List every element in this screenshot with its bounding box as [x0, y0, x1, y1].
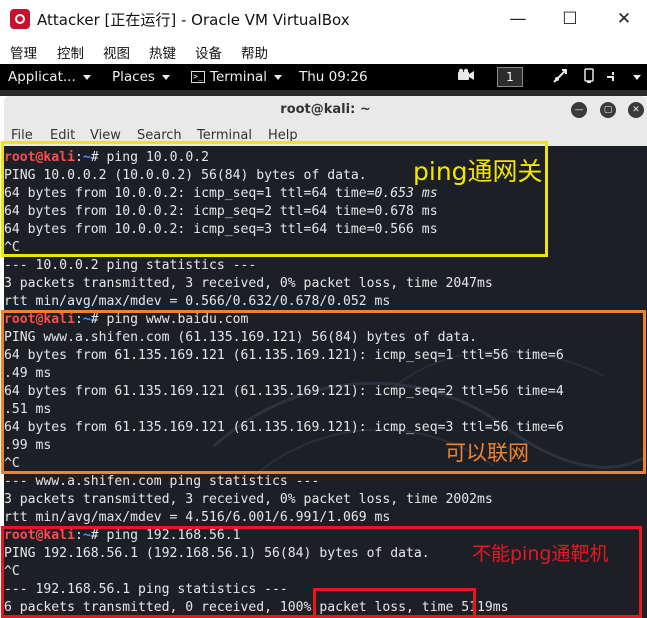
- places-menu[interactable]: Places: [112, 69, 170, 85]
- chevron-down-icon: [82, 74, 91, 80]
- terminal-maximize-button[interactable]: ▢: [600, 102, 616, 118]
- menu-view[interactable]: 视图: [103, 42, 130, 62]
- video-camera-icon[interactable]: [457, 68, 475, 86]
- close-button[interactable]: ✕: [606, 4, 642, 34]
- terminal-minimize-button[interactable]: —: [571, 102, 587, 118]
- maximize-button[interactable]: ☐: [552, 4, 588, 34]
- output-line: 3 packets transmitted, 3 received, 0% pa…: [4, 492, 493, 507]
- output-line: rtt min/avg/max/mdev = 0.566/0.632/0.678…: [4, 294, 391, 309]
- annotation-label-target: 不能ping通靶机: [472, 543, 609, 565]
- output-line: --- 10.0.0.2 ping statistics ---: [4, 258, 257, 273]
- menu-devices[interactable]: 设备: [195, 42, 222, 62]
- power-icon[interactable]: [604, 68, 620, 88]
- network-icon[interactable]: [552, 68, 568, 88]
- window-title: Attacker [正在运行] - Oracle VM VirtualBox: [37, 11, 350, 29]
- terminal-label: Terminal: [210, 69, 268, 85]
- virtualbox-titlebar: Attacker [正在运行] - Oracle VM VirtualBox —…: [0, 0, 647, 38]
- clock[interactable]: Thu 09:26: [299, 69, 368, 85]
- system-menu-chevron-icon[interactable]: [633, 75, 641, 80]
- minimize-button[interactable]: —: [500, 4, 536, 34]
- menu-help[interactable]: 帮助: [241, 42, 268, 62]
- annotation-box-packet-loss: [313, 588, 476, 618]
- output-line: 3 packets transmitted, 3 received, 0% pa…: [4, 276, 493, 291]
- menu-hotkey[interactable]: 热键: [149, 42, 176, 62]
- terminal-title: root@kali: ~: [280, 102, 371, 117]
- annotation-label-gateway: ping通网关: [413, 157, 543, 186]
- annotation-box-internet: [1, 310, 646, 474]
- terminal-titlebar: root@kali: ~ — ▢ ✕: [4, 96, 647, 124]
- places-label: Places: [112, 69, 155, 85]
- chevron-down-icon: [274, 74, 283, 80]
- accessibility-icon[interactable]: [582, 68, 596, 88]
- workspace-indicator[interactable]: 1: [497, 67, 523, 87]
- output-line: rtt min/avg/max/mdev = 4.516/6.001/6.991…: [4, 510, 391, 525]
- menu-control[interactable]: 控制: [57, 42, 84, 62]
- virtualbox-app-icon: [10, 9, 30, 29]
- terminal-close-button[interactable]: ✕: [628, 102, 644, 118]
- applications-menu[interactable]: Applicat...: [8, 69, 91, 85]
- terminal-icon: >_: [191, 71, 205, 83]
- output-line: --- www.a.shifen.com ping statistics ---: [4, 474, 320, 489]
- virtualbox-menubar: 管理 控制 视图 热键 设备 帮助: [0, 38, 647, 64]
- menu-manage[interactable]: 管理: [10, 42, 37, 62]
- applications-label: Applicat...: [8, 69, 76, 85]
- terminal-app-menu[interactable]: >_ Terminal: [191, 69, 283, 85]
- annotation-label-internet: 可以联网: [445, 441, 529, 465]
- gnome-top-bar: Applicat... Places >_ Terminal Thu 09:26 …: [0, 64, 647, 90]
- chevron-down-icon: [161, 74, 170, 80]
